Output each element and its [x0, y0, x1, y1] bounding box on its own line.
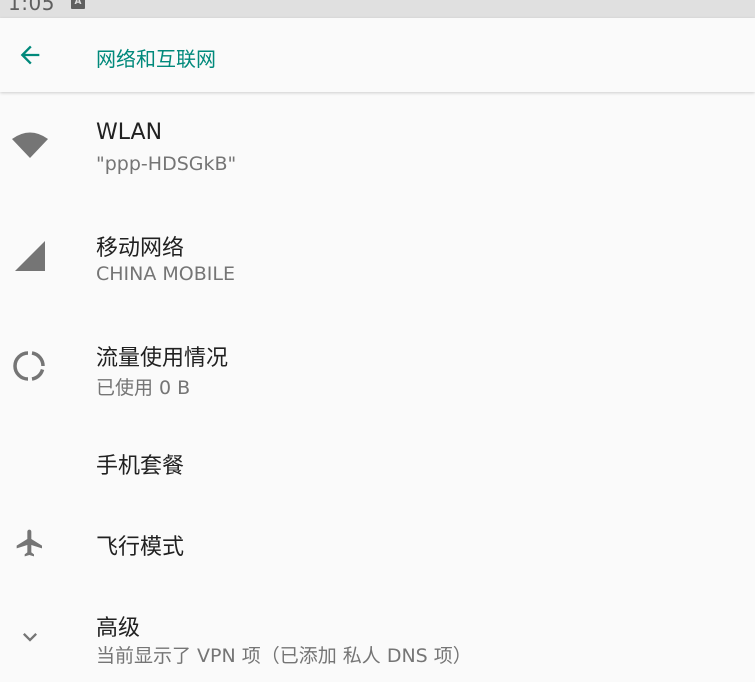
airplane-icon: [10, 523, 50, 563]
mobile-network-item[interactable]: 移动网络 CHINA MOBILE: [0, 202, 755, 312]
mobile-network-title: 移动网络: [96, 236, 185, 261]
back-button[interactable]: [12, 37, 48, 73]
wlan-subtitle: "ppp-HDSGkB": [96, 153, 237, 175]
advanced-subtitle: 当前显示了 VPN 项（已添加 私人 DNS 项）: [96, 645, 472, 667]
status-time: 1:05: [8, 0, 55, 15]
cellular-signal-icon: [10, 236, 50, 276]
status-bar: 1:05 A: [0, 0, 755, 18]
page-title: 网络和互联网: [96, 47, 216, 71]
app-bar: 网络和互联网: [0, 18, 755, 92]
airplane-mode-title: 飞行模式: [96, 535, 185, 560]
notification-icon: A: [71, 0, 85, 9]
data-usage-title: 流量使用情况: [96, 346, 229, 371]
wlan-title: WLAN: [96, 120, 163, 145]
mobile-plan-item[interactable]: 手机套餐: [0, 422, 755, 502]
advanced-title: 高级: [96, 616, 141, 641]
data-usage-icon: [10, 346, 50, 386]
mobile-plan-title: 手机套餐: [96, 454, 185, 479]
data-usage-subtitle: 已使用 0 B: [96, 377, 191, 399]
data-usage-item[interactable]: 流量使用情况 已使用 0 B: [0, 312, 755, 422]
airplane-mode-item[interactable]: 飞行模式: [0, 502, 755, 587]
wifi-icon: [10, 125, 50, 165]
wlan-item[interactable]: WLAN "ppp-HDSGkB": [0, 92, 755, 202]
chevron-down-icon: [10, 617, 50, 657]
mobile-network-subtitle: CHINA MOBILE: [96, 263, 235, 285]
advanced-item[interactable]: 高级 当前显示了 VPN 项（已添加 私人 DNS 项）: [0, 587, 755, 682]
arrow-back-icon: [20, 45, 40, 65]
